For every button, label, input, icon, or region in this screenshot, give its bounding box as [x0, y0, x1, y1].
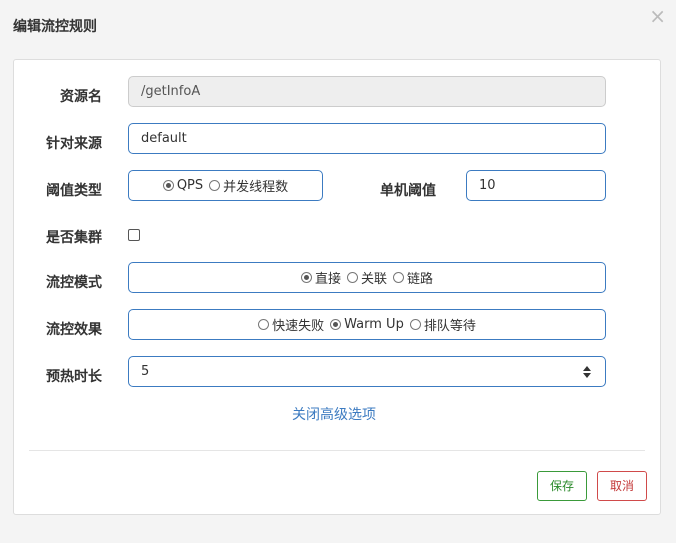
grade-option[interactable]: 并发线程数	[209, 176, 288, 195]
control-behavior-option-label: 快速失败	[272, 319, 325, 334]
strategy-option-label: 关联	[360, 272, 387, 287]
grade-option-label: 并发线程数	[223, 180, 289, 195]
radio-circle-icon[interactable]	[162, 180, 174, 191]
resource-label: 资源名	[60, 89, 102, 105]
control-behavior-radio-group: 快速失败 Warm Up 排队等待	[128, 309, 606, 340]
control-behavior-option[interactable]: 快速失败	[258, 315, 324, 334]
number-spinner-icon[interactable]	[583, 366, 591, 378]
radio-circle-icon[interactable]	[409, 319, 421, 330]
cluster-checkbox[interactable]	[128, 229, 140, 241]
resource-input: /getInfoA	[128, 76, 606, 107]
control-behavior-option-label: 排队等待	[423, 319, 476, 334]
grade-radio-group: QPS 并发线程数	[128, 170, 323, 201]
strategy-label: 流控模式	[46, 275, 102, 291]
strategy-option-label: 链路	[407, 272, 434, 287]
cluster-label: 是否集群	[46, 230, 102, 246]
strategy-option[interactable]: 链路	[393, 268, 433, 287]
form-panel: 资源名 /getInfoA 针对来源 default 阈值类型 QPS 并发线程数…	[13, 59, 661, 515]
strategy-option[interactable]: 关联	[346, 268, 387, 287]
grade-label: 阈值类型	[46, 183, 102, 199]
divider	[29, 450, 645, 451]
control-behavior-option[interactable]: 排队等待	[409, 315, 476, 334]
strategy-option-label: 直接	[314, 272, 341, 287]
warmup-value: 5	[141, 364, 150, 379]
control-behavior-option[interactable]: Warm Up	[330, 317, 404, 332]
threshold-label: 单机阈值	[380, 183, 436, 199]
dialog-title: 编辑流控规则	[13, 19, 97, 35]
control-behavior-option-label: Warm Up	[344, 317, 404, 332]
strategy-option[interactable]: 直接	[300, 268, 341, 287]
cancel-button[interactable]: 取消	[597, 471, 647, 501]
grade-option[interactable]: QPS	[162, 178, 204, 193]
strategy-radio-group: 直接 关联 链路	[128, 262, 606, 293]
save-button[interactable]: 保存	[537, 471, 587, 501]
limit-app-input[interactable]: default	[128, 123, 606, 154]
threshold-value: 10	[479, 178, 496, 193]
limit-app-label: 针对来源	[46, 136, 102, 152]
radio-circle-icon[interactable]	[300, 272, 312, 283]
radio-circle-icon[interactable]	[393, 272, 404, 283]
radio-circle-icon[interactable]	[330, 319, 342, 330]
close-icon[interactable]: ×	[649, 6, 666, 26]
radio-circle-icon[interactable]	[209, 180, 221, 191]
resource-value: /getInfoA	[141, 84, 201, 99]
grade-option-label: QPS	[176, 178, 204, 193]
warmup-input[interactable]: 5	[128, 356, 606, 387]
limit-app-value: default	[141, 131, 187, 146]
radio-circle-icon[interactable]	[346, 272, 358, 283]
close-advanced-options-link[interactable]: 关闭高级选项	[292, 404, 376, 424]
radio-circle-icon[interactable]	[258, 319, 270, 330]
threshold-input[interactable]: 10	[466, 170, 606, 201]
control-behavior-label: 流控效果	[46, 322, 102, 338]
warmup-label: 预热时长	[46, 369, 102, 385]
